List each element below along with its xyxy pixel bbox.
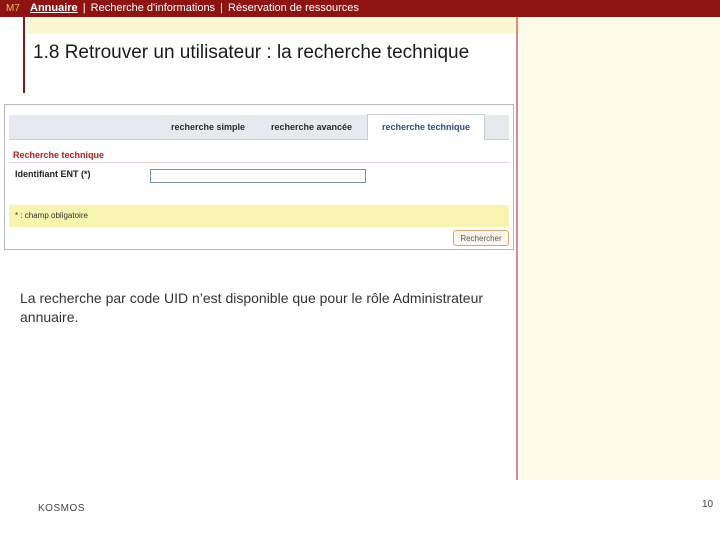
ent-id-input[interactable] bbox=[150, 169, 366, 183]
section-divider bbox=[9, 162, 509, 163]
tab-simple-search[interactable]: recherche simple bbox=[171, 115, 245, 139]
required-note-band: * : champ obligatoire bbox=[9, 205, 509, 227]
footer-brand: KOSMOS bbox=[38, 503, 85, 514]
search-button[interactable]: Rechercher bbox=[453, 230, 509, 246]
page-number: 10 bbox=[702, 499, 714, 510]
tab-bar: recherche simple recherche avancée reche… bbox=[9, 114, 509, 141]
breadcrumb-item-recherche[interactable]: Recherche d'informations bbox=[91, 2, 215, 14]
breadcrumb-item-reservation[interactable]: Réservation de ressources bbox=[228, 2, 359, 14]
ent-id-label: Identifiant ENT (*) bbox=[15, 169, 91, 179]
breadcrumb: Annuaire | Recherche d'informations | Ré… bbox=[30, 2, 359, 14]
breadcrumb-separator: | bbox=[82, 2, 86, 14]
side-accent-column bbox=[520, 17, 720, 480]
top-bar: M7 Annuaire | Recherche d'informations |… bbox=[0, 0, 720, 17]
breadcrumb-current[interactable]: Annuaire bbox=[30, 2, 78, 14]
required-note: * : champ obligatoire bbox=[15, 211, 88, 220]
search-panel: recherche simple recherche avancée reche… bbox=[9, 111, 509, 247]
page-title: 1.8 Retrouver un utilisateur : la recher… bbox=[33, 42, 470, 63]
right-divider bbox=[516, 17, 518, 480]
description-text: La recherche par code UID n’est disponib… bbox=[20, 290, 484, 325]
tab-technical-search[interactable]: recherche technique bbox=[367, 114, 485, 141]
embedded-screenshot: recherche simple recherche avancée reche… bbox=[4, 104, 514, 250]
tab-advanced-search[interactable]: recherche avancée bbox=[271, 115, 352, 139]
module-tag: M7 bbox=[6, 3, 20, 14]
left-divider bbox=[23, 17, 25, 93]
breadcrumb-separator: | bbox=[220, 2, 223, 14]
section-title: Recherche technique bbox=[13, 150, 105, 160]
